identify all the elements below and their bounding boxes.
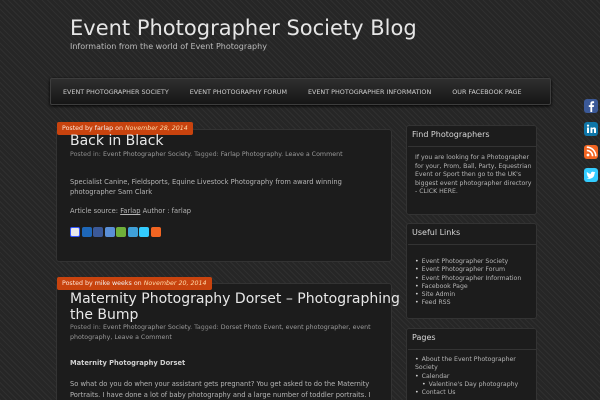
digg-icon[interactable] xyxy=(81,227,92,237)
page-link-calendar[interactable]: Calendar xyxy=(415,373,533,381)
useful-link-feed-rss[interactable]: Feed RSS xyxy=(415,299,521,307)
post-title[interactable]: Maternity Photography Dorset – Photograp… xyxy=(70,291,400,307)
pages-list: About the Event Photographer Society Cal… xyxy=(415,356,533,397)
useful-link-event-photographer-society[interactable]: Event Photographer Society xyxy=(415,258,521,266)
divider xyxy=(408,349,536,350)
reddit-icon[interactable] xyxy=(104,227,115,237)
post-body-line: So what do you do when your assistant ge… xyxy=(70,380,370,388)
post-category-link[interactable]: Event Photographer Society xyxy=(103,324,190,331)
technorati-icon[interactable] xyxy=(127,227,138,237)
widget-title-useful-links: Useful Links xyxy=(412,228,461,237)
linkedin-icon[interactable] xyxy=(584,122,598,136)
nav-item-facebook-page[interactable]: OUR FACEBOOK PAGE xyxy=(452,88,521,96)
rss-icon[interactable] xyxy=(584,145,598,159)
post-author-link[interactable]: mike weeks xyxy=(95,280,132,287)
useful-link-event-photographer-forum[interactable]: Event Photographer Forum xyxy=(415,266,521,274)
site-title[interactable]: Event Photographer Society Blog xyxy=(70,16,417,40)
delicious-icon[interactable] xyxy=(70,227,80,237)
twitter-share-icon[interactable] xyxy=(139,227,149,237)
divider xyxy=(408,146,536,147)
post-date: November 20, 2014 xyxy=(143,280,207,287)
facebook-icon[interactable] xyxy=(584,99,598,113)
widget-title-pages: Pages xyxy=(412,333,436,342)
nav-item-event-photographer-society[interactable]: EVENT PHOTOGRAPHER SOCIETY xyxy=(63,88,169,96)
site-description: Information from the world of Event Phot… xyxy=(70,42,267,51)
post-category-link[interactable]: Event Photographer Society xyxy=(103,151,190,158)
useful-links-list: Event Photographer Society Event Photogr… xyxy=(415,258,522,308)
post-excerpt: Specialist Canine, Fieldsports, Equine L… xyxy=(70,178,342,196)
useful-link-facebook-page[interactable]: Facebook Page xyxy=(415,283,521,291)
post-date: November 28, 2014 xyxy=(124,125,188,132)
stumbleupon-icon[interactable] xyxy=(116,227,126,237)
useful-link-site-admin[interactable]: Site Admin xyxy=(415,291,521,299)
page-link-valentines-day[interactable]: Valentine's Day photography xyxy=(415,381,533,389)
post-author-link[interactable]: farlap xyxy=(95,125,113,132)
post-meta-continued: photography, Leave a Comment xyxy=(70,334,172,341)
source-link[interactable]: Farlap xyxy=(120,207,140,215)
useful-link-event-photographer-information[interactable]: Event Photographer Information xyxy=(415,275,522,283)
post-title[interactable]: Back in Black xyxy=(70,133,164,149)
post-meta: Posted in: Event Photographer Society. T… xyxy=(70,151,343,158)
page-link-contact-us[interactable]: Contact Us xyxy=(415,389,533,397)
nav-item-event-photographer-information[interactable]: EVENT PHOTOGRAPHER INFORMATION xyxy=(308,88,431,96)
post-title-continued[interactable]: the Bump xyxy=(70,307,138,323)
post-byline-badge: Posted by mike weeks on November 20, 201… xyxy=(57,277,212,290)
post-body-line: Portraits. I have done a lot of baby pho… xyxy=(70,391,371,399)
twitter-icon[interactable] xyxy=(584,168,598,182)
nav-item-event-photography-forum[interactable]: EVENT PHOTOGRAPHY FORUM xyxy=(190,88,287,96)
leave-comment-link[interactable]: Leave a Comment xyxy=(285,151,342,158)
article-source: Article source: Farlap Author : farlap xyxy=(70,207,192,215)
divider xyxy=(408,244,536,245)
post-tag-link[interactable]: photography xyxy=(70,334,110,341)
leave-comment-link[interactable]: Leave a Comment xyxy=(114,334,171,341)
post-meta: Posted in: Event Photographer Society. T… xyxy=(70,324,371,331)
post-tag-link[interactable]: Farlap Photography xyxy=(221,151,281,158)
facebook-share-icon[interactable] xyxy=(93,227,103,237)
post-tags-link[interactable]: Dorset Photo Event, event photographer, … xyxy=(221,324,371,331)
post-subheading: Maternity Photography Dorset xyxy=(70,359,186,367)
main-navigation: EVENT PHOTOGRAPHER SOCIETY EVENT PHOTOGR… xyxy=(50,78,551,105)
find-photographers-text[interactable]: If you are looking for a Photographer fo… xyxy=(415,154,535,197)
widget-title-find-photographers: Find Photographers xyxy=(412,130,490,139)
share-buttons xyxy=(70,227,161,237)
page-link-about[interactable]: About the Event Photographer Society xyxy=(415,356,533,373)
rss-share-icon[interactable] xyxy=(150,227,161,237)
